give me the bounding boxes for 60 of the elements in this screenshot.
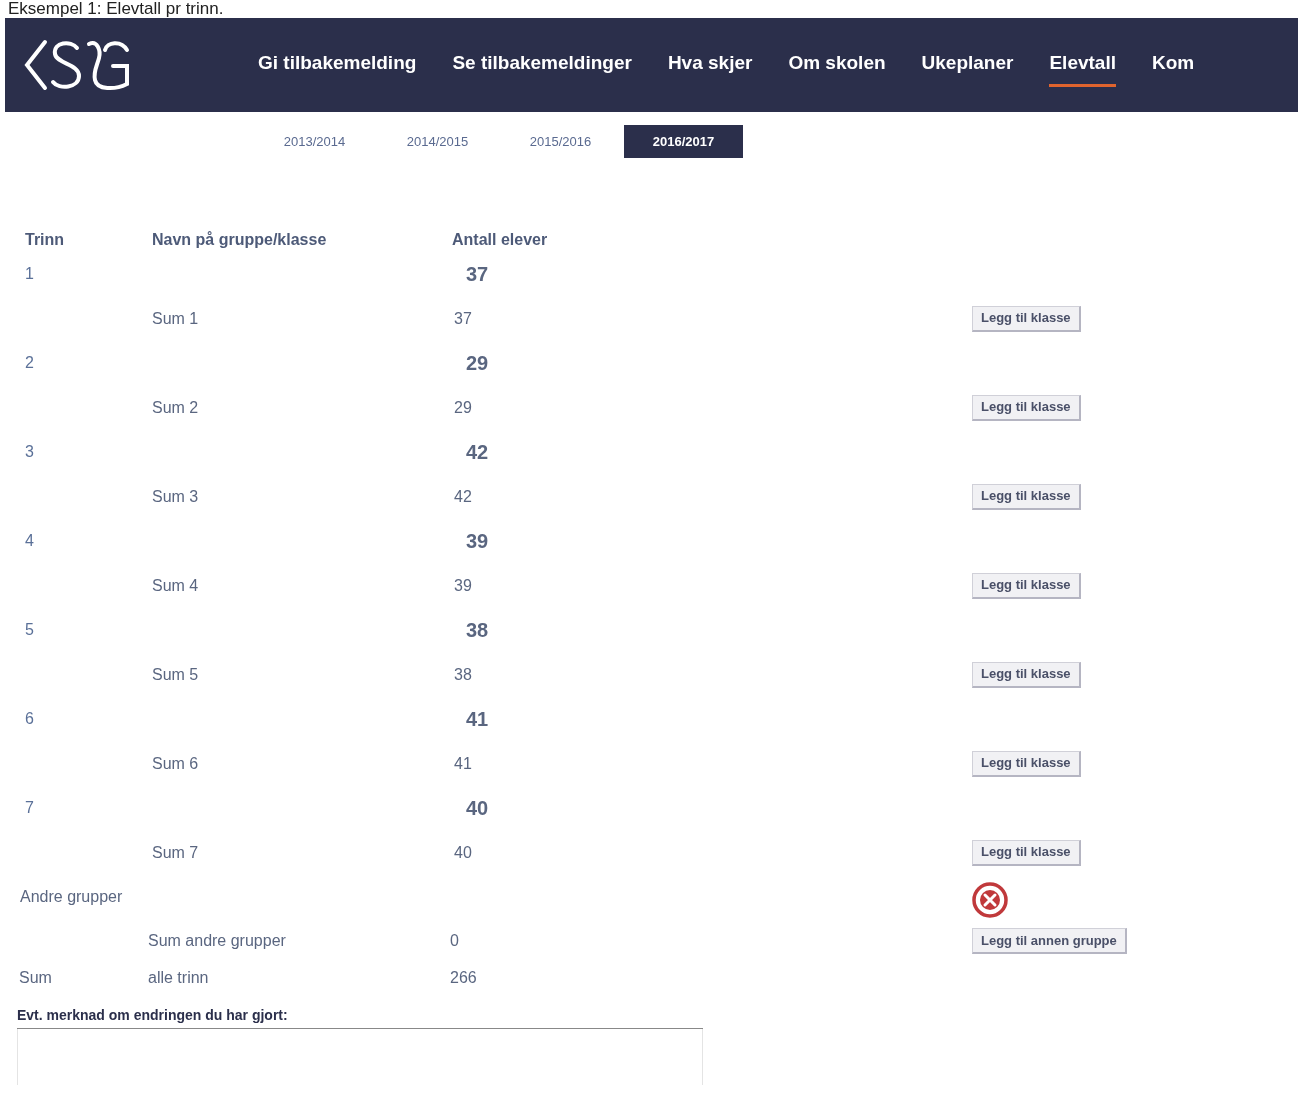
total-cell-text: 266 [450,968,477,988]
count-cell-text: 41 [466,707,489,732]
nav-link[interactable]: Kom [1152,49,1195,87]
sum-cell-text: 42 [454,486,473,507]
total-label-cell-text: Sum [19,968,53,988]
comment-field[interactable] [17,1029,703,1085]
sum-label-cell-text: Sum andre grupper [148,931,287,951]
sum-cell-text: 39 [454,575,473,596]
grade-cell-text: 2 [25,353,35,373]
remove-icon[interactable] [972,882,1008,918]
sum-cell-text: 41 [454,753,473,774]
add-class-button[interactable]: Legg til klasse [972,750,1081,777]
sum-label-cell-text: Sum 4 [152,575,200,596]
add-class-button[interactable]: Legg til klasse [972,839,1081,866]
sum-label-cell-text: Sum 2 [152,397,200,418]
group-label-cell-text: Andre grupper [20,887,124,907]
column-header: Trinn [25,230,66,250]
count-cell-text: 37 [466,262,489,287]
grade-cell-text: 4 [25,531,35,551]
grade-cell-text: 1 [25,264,35,284]
year-tab[interactable]: 2014/2015 [378,125,497,158]
sum-cell-text: 38 [454,664,473,685]
nav-link[interactable]: Ukeplaner [921,49,1014,87]
sum-cell-text: 0 [450,931,460,951]
sum-label-cell-text: Sum 6 [152,753,200,774]
add-class-button[interactable]: Legg til klasse [972,572,1081,599]
grade-cell-text: 3 [25,442,35,462]
caption: Eksempel 1: Elevtall pr trinn. [7,0,225,18]
add-class-button[interactable]: Legg til klasse [972,661,1081,688]
grade-cell-text: 5 [25,620,35,640]
sum-label-cell-text: Sum 1 [152,308,200,329]
count-cell-text: 29 [466,351,489,376]
count-cell-text: 42 [466,440,489,465]
year-tab[interactable]: 2013/2014 [255,125,374,158]
year-tab[interactable]: 2016/2017 [624,125,743,158]
add-class-button[interactable]: Legg til klasse [972,305,1081,332]
add-class-button[interactable]: Legg til annen gruppe [972,928,1127,954]
comment-label: Evt. merknad om endringen du har gjort: [17,1005,703,1029]
nav-link[interactable]: Om skolen [788,49,886,87]
count-cell-text: 40 [466,796,489,821]
sum-cell-text: 29 [454,397,473,418]
nav-link[interactable]: Gi tilbakemelding [258,49,417,87]
nav-link[interactable]: Hva skjer [667,49,753,87]
add-class-button[interactable]: Legg til klasse [972,483,1081,510]
year-tab[interactable]: 2015/2016 [501,125,620,158]
column-header: Antall elever [452,230,548,250]
grade-cell-text: 7 [25,798,35,818]
column-header: Navn på gruppe/klasse [152,230,328,250]
add-class-button[interactable]: Legg til klasse [972,394,1081,421]
total-name-cell-text: alle trinn [148,968,210,988]
nav-link[interactable]: Se tilbakemeldinger [452,49,632,87]
count-cell-text: 39 [466,529,489,554]
nav-link[interactable]: Elevtall [1049,49,1116,87]
sum-cell-text: 40 [454,842,473,863]
grade-cell-text: 6 [25,709,35,729]
sum-cell-text: 37 [454,308,473,329]
sum-label-cell-text: Sum 7 [152,842,200,863]
count-cell-text: 38 [466,618,489,643]
sum-label-cell-text: Sum 3 [152,486,200,507]
sum-label-cell-text: Sum 5 [152,664,200,685]
